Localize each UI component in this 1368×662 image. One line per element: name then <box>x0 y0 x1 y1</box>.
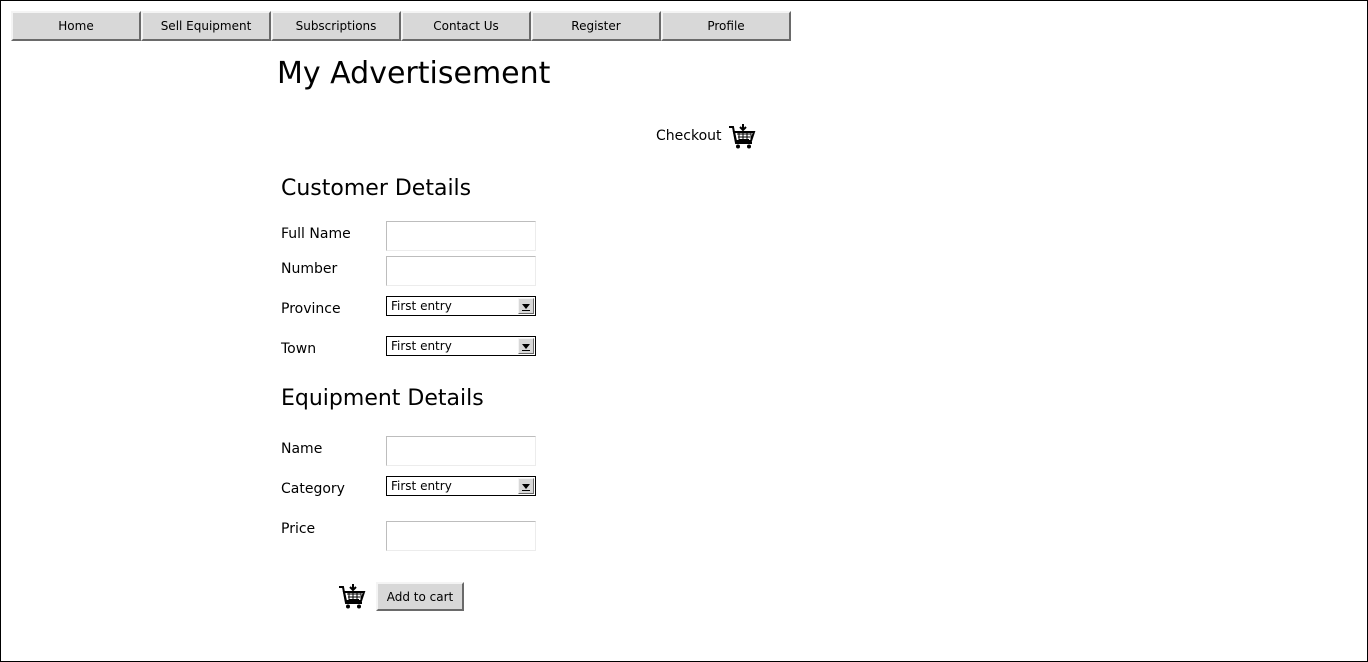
add-to-cart-button[interactable]: Add to cart <box>376 582 464 611</box>
province-select-value: First entry <box>391 299 452 313</box>
category-select-value: First entry <box>391 479 452 493</box>
checkout-link[interactable]: Checkout <box>656 122 756 150</box>
province-label: Province <box>281 301 341 317</box>
town-select[interactable]: First entry <box>386 336 536 356</box>
price-label: Price <box>281 521 316 537</box>
checkout-label: Checkout <box>656 128 722 144</box>
page-title: My Advertisement <box>277 56 551 91</box>
equipment-name-input[interactable] <box>386 436 536 466</box>
province-select[interactable]: First entry <box>386 296 536 316</box>
chevron-down-icon[interactable] <box>518 478 534 494</box>
equipment-name-label: Name <box>281 441 323 457</box>
nav-subscriptions-button[interactable]: Subscriptions <box>271 11 401 41</box>
town-label: Town <box>281 341 317 357</box>
equipment-details-heading: Equipment Details <box>281 386 484 411</box>
nav-contact-us-button[interactable]: Contact Us <box>401 11 531 41</box>
full-name-label: Full Name <box>281 226 351 242</box>
chevron-down-icon[interactable] <box>518 338 534 354</box>
page-frame <box>0 0 1368 662</box>
town-select-value: First entry <box>391 339 452 353</box>
customer-details-heading: Customer Details <box>281 176 472 201</box>
shopping-cart-icon[interactable] <box>338 582 366 610</box>
nav-home-button[interactable]: Home <box>11 11 141 41</box>
category-label: Category <box>281 481 345 497</box>
chevron-down-icon[interactable] <box>518 298 534 314</box>
shopping-cart-icon[interactable] <box>728 122 756 150</box>
number-input[interactable] <box>386 256 536 286</box>
number-label: Number <box>281 261 338 277</box>
price-input[interactable] <box>386 521 536 551</box>
category-select[interactable]: First entry <box>386 476 536 496</box>
nav-register-button[interactable]: Register <box>531 11 661 41</box>
full-name-input[interactable] <box>386 221 536 251</box>
nav-sell-equipment-button[interactable]: Sell Equipment <box>141 11 271 41</box>
top-nav: Home Sell Equipment Subscriptions Contac… <box>11 11 791 41</box>
nav-profile-button[interactable]: Profile <box>661 11 791 41</box>
